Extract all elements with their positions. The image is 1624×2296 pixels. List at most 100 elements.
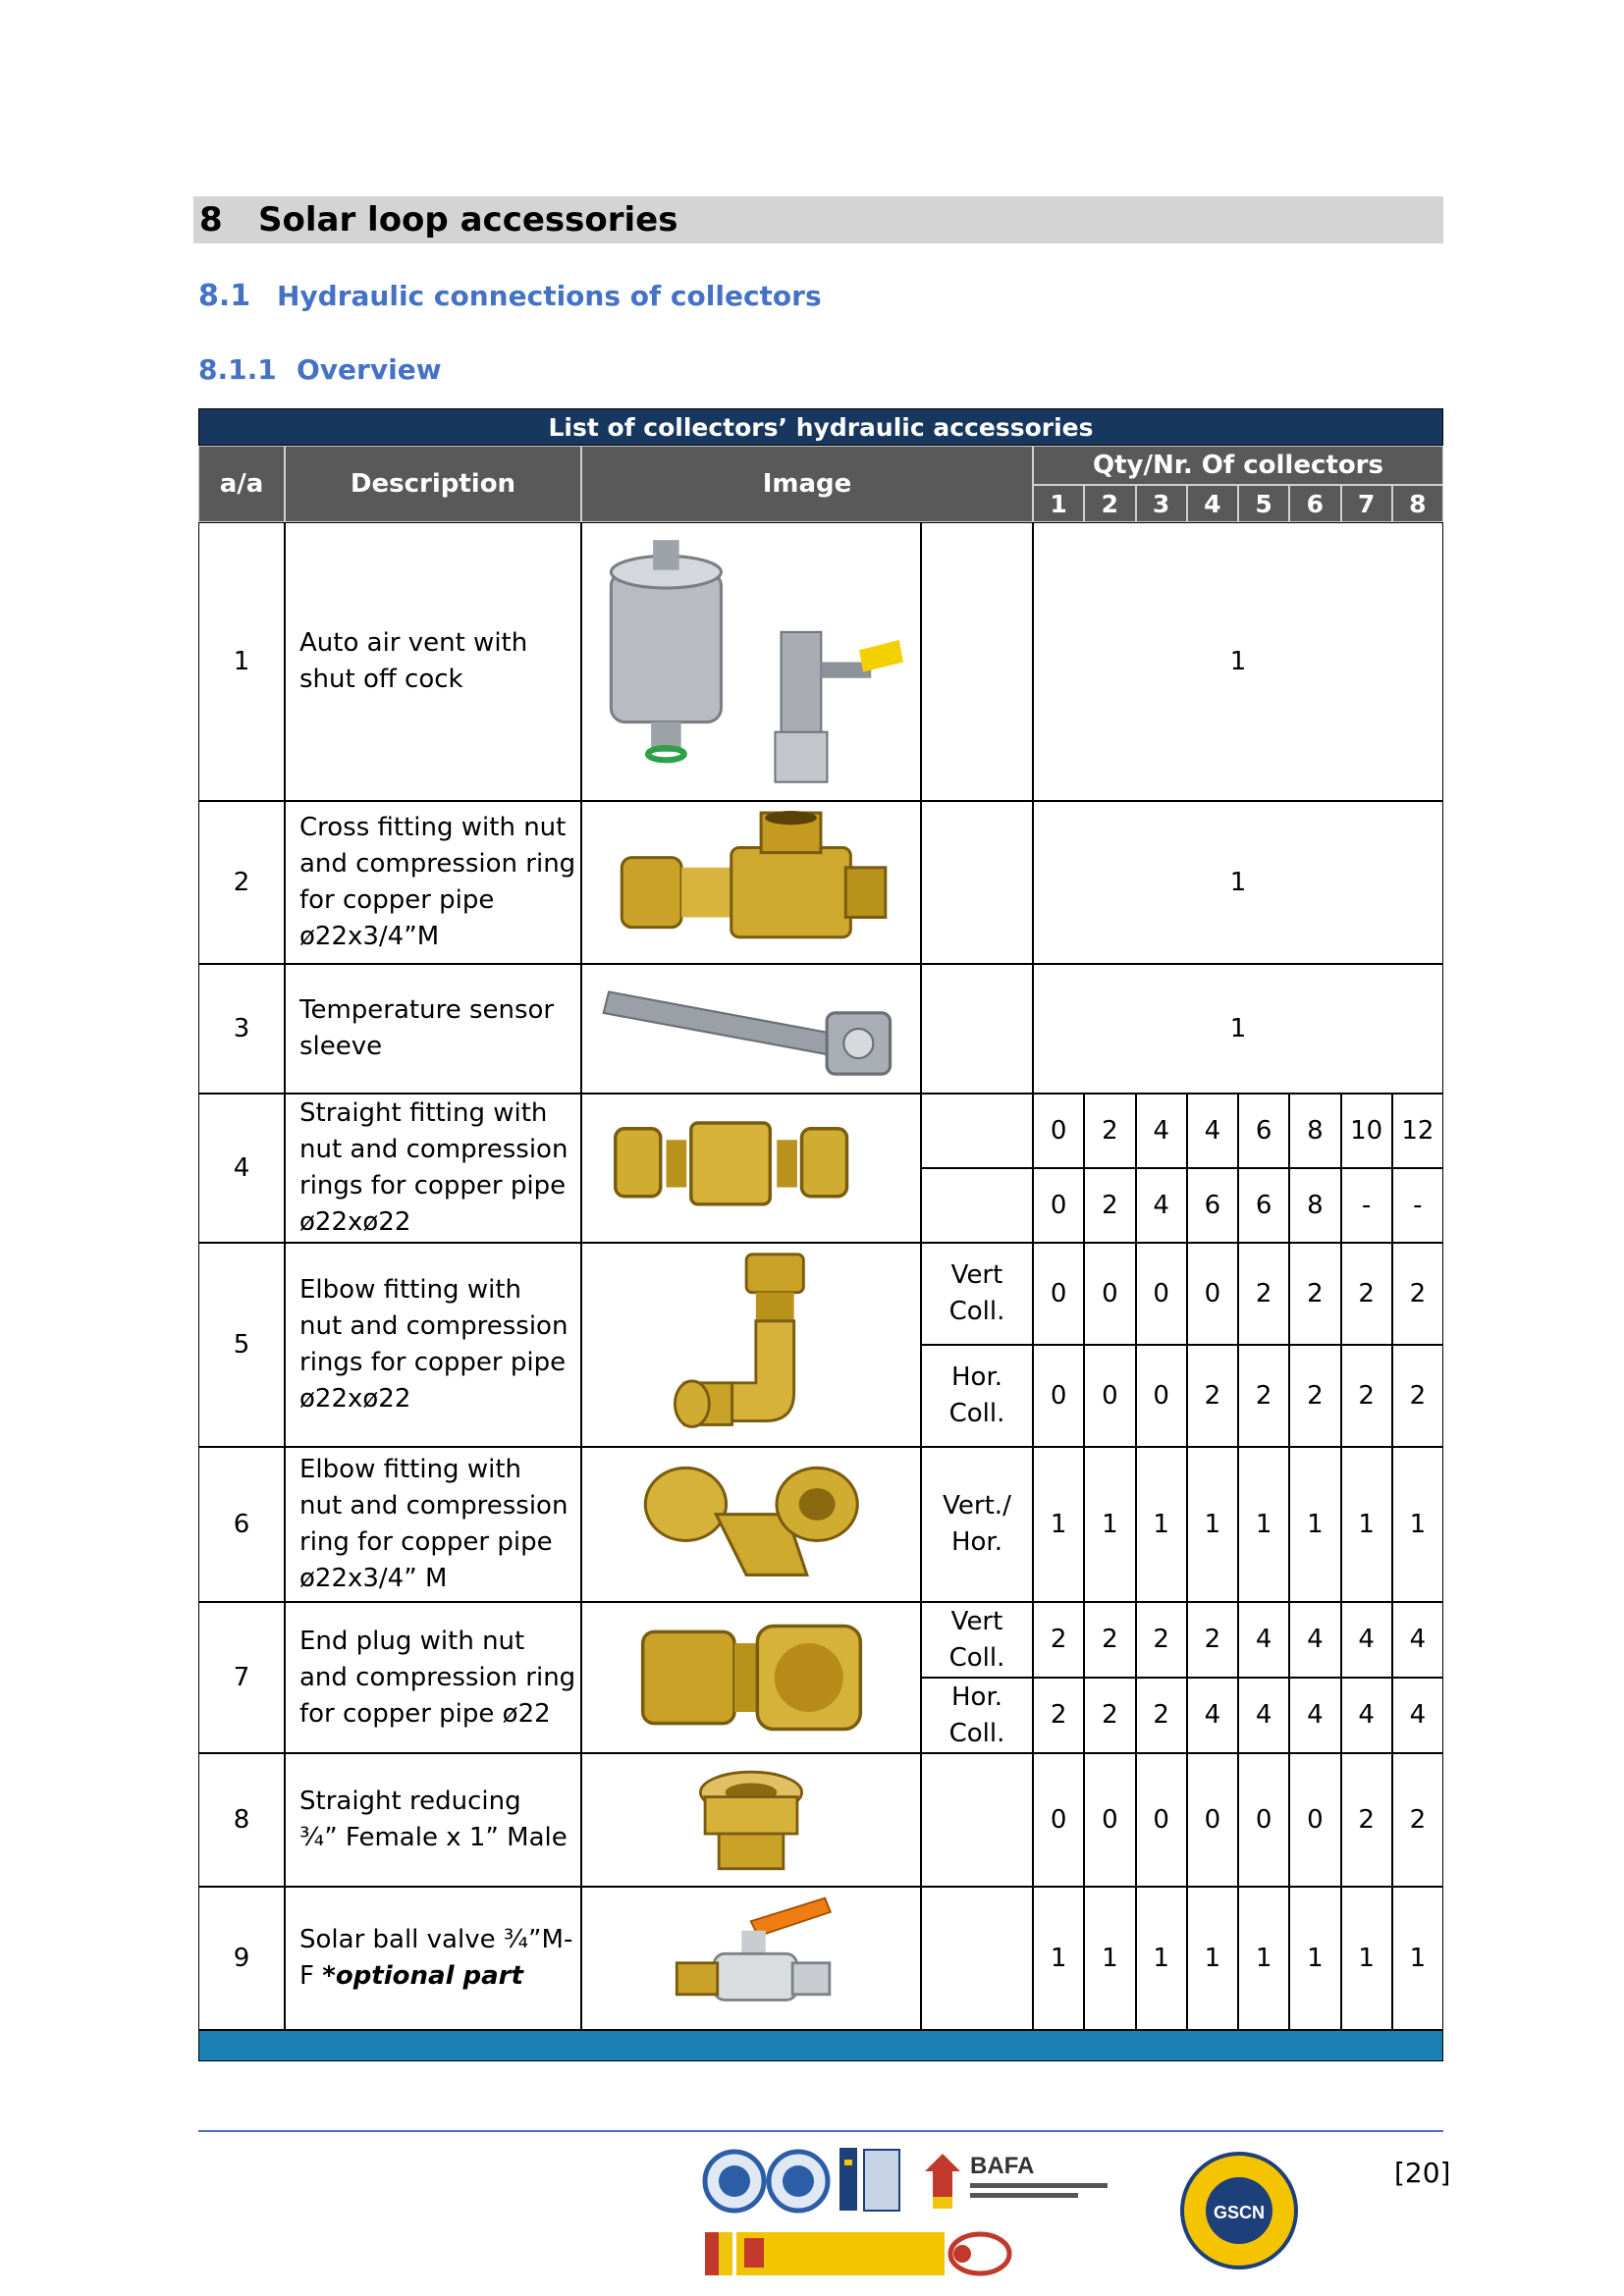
qty-cell: 2	[1238, 1345, 1290, 1447]
cell-text: 1	[1102, 1943, 1118, 1973]
cell-text: 3	[233, 1013, 250, 1043]
cell-text: 3	[1152, 489, 1170, 518]
collector-orientation	[921, 1887, 1033, 2030]
row-description: Auto air vent with shut off cock	[285, 522, 581, 801]
header-image: Image	[581, 446, 1033, 522]
cell-text: 4	[233, 1152, 250, 1183]
row-description: Solar ball valve ¾”M- F *optional part	[285, 1887, 581, 2030]
qty-column-header: 3	[1135, 485, 1187, 522]
row-number: 1	[198, 522, 285, 801]
collector-orientation: Vert Coll.	[921, 1602, 1033, 1678]
qty-column-header: 2	[1084, 485, 1136, 522]
subsubsection-title: Overview	[297, 353, 442, 386]
description-line: End plug with nut	[299, 1626, 525, 1656]
cell-text: 0	[1102, 1380, 1118, 1411]
collector-orientation: Vert Coll.	[921, 1243, 1033, 1345]
orientation-line: Coll.	[948, 1642, 1005, 1673]
cell-text: 2	[1204, 1380, 1221, 1411]
cell-text: 8	[233, 1804, 250, 1835]
spanish-government-logo	[705, 2232, 945, 2275]
cell-text: 2	[1102, 1190, 1118, 1220]
qty-cell: 2	[1289, 1243, 1341, 1345]
cell-text: 12	[1401, 1115, 1435, 1146]
description-lines: Straight fitting with nut and compression…	[299, 1095, 568, 1241]
description-line: for copper pipe ø22	[299, 1698, 551, 1729]
description-line: nut and compression	[299, 1135, 568, 1164]
reducing-fitting-image-graphic	[698, 1770, 804, 1871]
section-title: Solar loop accessories	[258, 200, 678, 240]
cell-text: 2	[233, 867, 250, 897]
qty-cell: 4	[1238, 1678, 1290, 1753]
gscn-seal-logo: GSCN	[1180, 2152, 1298, 2269]
header-description: Description	[285, 446, 581, 522]
cell-text: 1	[1153, 1509, 1169, 1539]
qty-cell: 2	[1391, 1753, 1443, 1887]
orientation-line: Vert./	[943, 1491, 1011, 1521]
qty-cell: 2	[1084, 1168, 1136, 1243]
cell-text: 6	[1255, 1190, 1272, 1220]
description-lines: Solar ball valve ¾”M- F *optional part	[299, 1922, 572, 1995]
qty-cell: 2	[1238, 1243, 1290, 1345]
qty-column-header: 1	[1033, 485, 1085, 522]
cell-text: 0	[1153, 1804, 1169, 1835]
section-number: 8	[199, 200, 223, 240]
description-line: Temperature sensor	[299, 995, 555, 1025]
qty-cell: 0	[1289, 1753, 1341, 1887]
qty-cell: 1	[1135, 1887, 1187, 2030]
qty-cell: 0	[1033, 1753, 1085, 1887]
cell-text: 9	[233, 1943, 250, 1973]
header-aa: a/a	[198, 446, 285, 522]
qty-cell: 2	[1135, 1602, 1187, 1678]
cell-text: 4	[1255, 1625, 1272, 1654]
description-lines: Auto air vent with shut off cock	[299, 625, 527, 698]
qty-cell: 4	[1135, 1168, 1187, 1243]
subsection-number: 8.1	[198, 279, 251, 313]
qty-cell: 1	[1238, 1887, 1290, 2030]
cell-text: 1	[1153, 1943, 1169, 1973]
cell-text: 4	[1204, 489, 1221, 518]
cell-text: 0	[1050, 1804, 1067, 1835]
description-line: Cross fitting with nut	[299, 813, 567, 842]
row-number: 5	[198, 1243, 285, 1447]
qty-cell: 1	[1340, 1887, 1392, 2030]
cell-text: 1	[1050, 1509, 1067, 1539]
qty-cell: 4	[1340, 1678, 1392, 1753]
description-line: Straight reducing	[299, 1787, 521, 1816]
sensor-sleeve-image	[581, 964, 921, 1094]
cell-text: 4	[1409, 1700, 1427, 1730]
description-line: Elbow fitting with	[299, 1275, 521, 1305]
description-line: shut off cock	[299, 665, 463, 694]
cell-text: 2	[1307, 1278, 1324, 1308]
description-line: nut and compression	[299, 1491, 568, 1521]
label-cell	[921, 801, 1033, 964]
cell-text: 6	[1306, 489, 1325, 518]
qty-cell: 6	[1238, 1168, 1290, 1243]
row-number: 3	[198, 964, 285, 1094]
cell-text: 1	[1307, 1943, 1324, 1973]
qty-cell: 1	[1033, 1887, 1085, 2030]
description-line: ø22xø22	[299, 1207, 411, 1237]
cell-text: 1	[1229, 1013, 1247, 1043]
cell-text: 1	[1050, 1943, 1067, 1973]
row-description: Temperature sensor sleeve	[285, 964, 581, 1094]
certification-logo-1	[702, 2149, 767, 2214]
description-lines: Straight reducing ¾” Female x 1” Male	[299, 1784, 568, 1856]
subsubsection-number: 8.1.1	[198, 353, 277, 386]
qty-cell: 2	[1340, 1345, 1392, 1447]
qty-cell: 4	[1289, 1602, 1341, 1678]
cell-text: 1	[1409, 1943, 1427, 1973]
qty-cell: 2	[1084, 1678, 1136, 1753]
cell-text: 4	[1307, 1700, 1324, 1730]
cell-text: 2	[1358, 1278, 1375, 1308]
cell-text: 0	[1102, 1278, 1118, 1308]
cell-text: 4	[1409, 1625, 1427, 1654]
row-number: 6	[198, 1447, 285, 1602]
subsection-title: Hydraulic connections of collectors	[277, 280, 822, 312]
collector-orientation: Hor. Coll.	[921, 1678, 1033, 1753]
qty-cell: 4	[1135, 1094, 1187, 1168]
cell-text: 1	[1358, 1509, 1375, 1539]
cell-text: 1	[1358, 1943, 1375, 1973]
cell-text: 2	[1409, 1278, 1427, 1308]
qty-cell: 4	[1186, 1094, 1238, 1168]
qty-cell: 1	[1340, 1447, 1392, 1602]
